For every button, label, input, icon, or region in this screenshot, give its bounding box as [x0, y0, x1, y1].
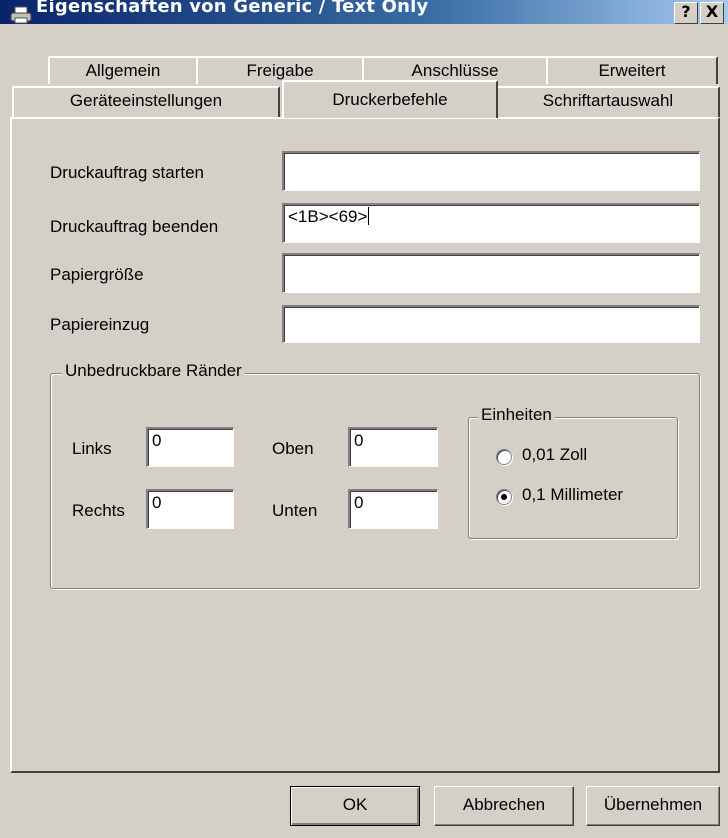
margin-bottom-input[interactable]: 0	[348, 489, 438, 529]
margin-left-value: 0	[152, 431, 162, 450]
radio-zoll[interactable]	[496, 449, 512, 465]
paper-feed-input[interactable]	[282, 305, 700, 343]
tab-geraeteeinstellungen[interactable]: Geräteeinstellungen	[12, 86, 280, 118]
margin-bottom-label: Unten	[272, 501, 318, 520]
end-job-value: <1B><69>	[288, 207, 368, 226]
margins-group-title: Unbedruckbare Ränder	[62, 361, 245, 381]
apply-button[interactable]: Übernehmen	[586, 786, 720, 826]
tab-druckerbefehle[interactable]: Druckerbefehle	[282, 80, 498, 118]
window-title: Eigenschaften von Generic / Text Only	[36, 0, 429, 17]
units-group	[468, 417, 678, 539]
tab-panel: Druckauftrag starten Druckauftrag beende…	[10, 117, 720, 773]
title-bar[interactable]: Eigenschaften von Generic / Text Only ? …	[0, 0, 728, 24]
cancel-button[interactable]: Abbrechen	[434, 786, 574, 826]
close-button[interactable]: X	[700, 2, 724, 24]
paper-feed-label: Papiereinzug	[50, 315, 150, 334]
margin-right-label: Rechts	[72, 501, 125, 520]
printer-icon	[10, 6, 32, 24]
units-group-title: Einheiten	[478, 405, 555, 425]
margin-top-label: Oben	[272, 439, 314, 458]
margin-top-value: 0	[354, 431, 364, 450]
tab-schriftartauswahl[interactable]: Schriftartauswahl	[496, 86, 720, 118]
start-job-input[interactable]	[282, 151, 700, 191]
paper-size-input[interactable]	[282, 253, 700, 293]
margin-bottom-value: 0	[354, 493, 364, 512]
help-button[interactable]: ?	[674, 2, 698, 24]
margin-right-input[interactable]: 0	[146, 489, 234, 529]
start-job-label: Druckauftrag starten	[50, 163, 205, 182]
tab-erweitert[interactable]: Erweitert	[546, 56, 718, 84]
margin-right-value: 0	[152, 493, 162, 512]
margin-left-label: Links	[72, 439, 112, 458]
units-option-millimeter-label: 0,1 Millimeter	[522, 485, 624, 504]
margin-left-input[interactable]: 0	[146, 427, 234, 467]
end-job-label: Druckauftrag beenden	[50, 217, 219, 236]
end-job-input[interactable]: <1B><69>	[282, 203, 700, 243]
tab-allgemein[interactable]: Allgemein	[48, 56, 198, 84]
units-option-zoll-label: 0,01 Zoll	[522, 445, 588, 464]
text-caret	[368, 207, 370, 225]
margin-top-input[interactable]: 0	[348, 427, 438, 467]
radio-selected-dot	[501, 494, 507, 500]
radio-millimeter[interactable]	[496, 489, 512, 505]
paper-size-label: Papiergröße	[50, 265, 144, 284]
ok-button[interactable]: OK	[290, 786, 420, 826]
